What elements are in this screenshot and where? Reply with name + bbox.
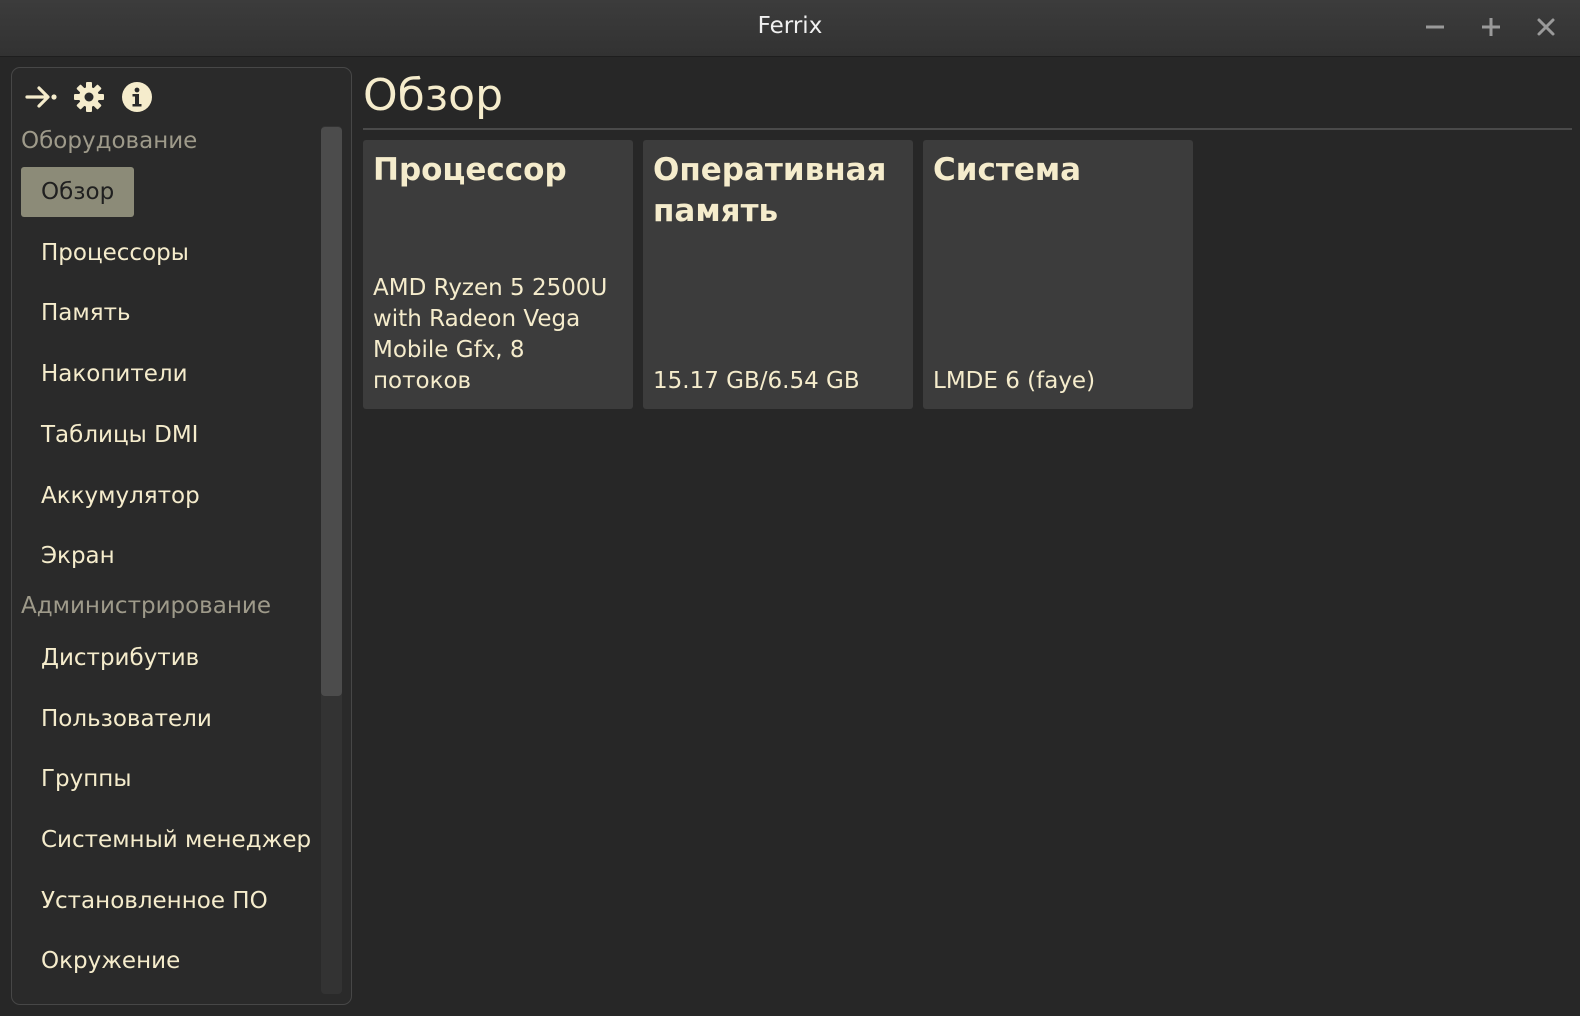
sidebar-item-overview[interactable]: Обзор <box>21 167 135 217</box>
close-icon <box>1537 18 1555 36</box>
card-value: 15.17 GB/6.54 GB <box>653 368 860 394</box>
sidebar-item-groups[interactable]: Группы <box>21 754 151 804</box>
collapse-sidebar-button[interactable] <box>24 80 58 114</box>
sidebar-item-processors[interactable]: Процессоры <box>21 228 209 278</box>
minimize-button[interactable] <box>1420 12 1450 42</box>
sidebar-item-installed-software[interactable]: Установленное ПО <box>21 876 288 926</box>
card-processor: Процессор AMD Ryzen 5 2500U with Radeon … <box>363 140 633 409</box>
section-label-hardware: Оборудование <box>21 128 198 154</box>
about-button[interactable] <box>120 80 154 114</box>
sidebar-item-dmi-tables[interactable]: Таблицы DMI <box>21 410 218 460</box>
card-title: Система <box>933 152 1082 188</box>
window-title: Ferrix <box>757 13 823 39</box>
sidebar-item-environment[interactable]: Окружение <box>21 936 200 986</box>
sidebar-item-system-manager[interactable]: Системный менеджер <box>21 815 331 865</box>
minus-icon <box>1426 25 1444 29</box>
card-title: Оперативная память <box>653 152 887 229</box>
card-value: AMD Ryzen 5 2500U with Radeon Vega Mobil… <box>373 275 608 394</box>
sidebar-item-users[interactable]: Пользователи <box>21 694 232 744</box>
info-icon <box>122 82 152 112</box>
title-bar: Ferrix <box>0 0 1580 57</box>
sidebar-item-memory[interactable]: Память <box>21 288 151 338</box>
sidebar-item-screen[interactable]: Экран <box>21 531 135 581</box>
maximize-button[interactable] <box>1476 12 1506 42</box>
gear-icon <box>74 82 104 112</box>
card-value: LMDE 6 (faye) <box>933 368 1096 394</box>
close-button[interactable] <box>1531 12 1561 42</box>
card-memory: Оперативная память 15.17 GB/6.54 GB <box>643 140 913 409</box>
title-divider <box>363 128 1572 130</box>
sidebar-scrollbar-thumb[interactable] <box>321 127 342 696</box>
card-system: Система LMDE 6 (faye) <box>923 140 1193 409</box>
sidebar: Оборудование Обзор Процессоры Память Нак… <box>11 67 352 1005</box>
settings-button[interactable] <box>72 80 106 114</box>
sidebar-item-battery[interactable]: Аккумулятор <box>21 471 220 521</box>
sidebar-item-distribution[interactable]: Дистрибутив <box>21 633 219 683</box>
collapse-arrow-icon <box>25 86 57 108</box>
card-title: Процессор <box>373 152 567 188</box>
sidebar-toolbar <box>24 80 154 114</box>
page-title: Обзор <box>363 70 504 121</box>
plus-icon <box>1482 18 1500 36</box>
section-label-administration: Администрирование <box>21 593 271 619</box>
sidebar-item-storage[interactable]: Накопители <box>21 349 208 399</box>
